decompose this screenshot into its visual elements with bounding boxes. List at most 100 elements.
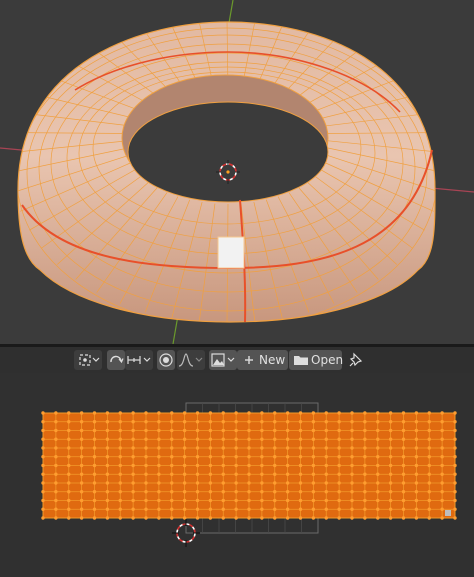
uv-vertex[interactable] [260, 516, 264, 520]
uv-vertex[interactable] [427, 507, 431, 511]
uv-vertex[interactable] [363, 490, 367, 494]
uv-vertex[interactable] [350, 420, 354, 424]
uv-vertex[interactable] [157, 490, 161, 494]
uv-vertex[interactable] [247, 463, 251, 468]
uv-vertex[interactable] [157, 516, 161, 520]
uv-vertex[interactable] [157, 420, 161, 424]
uv-vertex[interactable] [401, 472, 406, 476]
uv-vertex[interactable] [414, 516, 419, 520]
uv-vertex[interactable] [67, 428, 71, 433]
uv-vertex[interactable] [298, 437, 303, 441]
uv-vertex[interactable] [170, 463, 174, 468]
uv-vertex[interactable] [247, 490, 251, 494]
uv-vertex[interactable] [453, 516, 457, 520]
uv-vertex[interactable] [131, 455, 135, 459]
uv-vertex[interactable] [440, 472, 444, 476]
uv-vertex[interactable] [221, 428, 225, 433]
uv-vertex[interactable] [54, 498, 58, 503]
uv-vertex[interactable] [388, 420, 393, 424]
uv-vertex[interactable] [311, 516, 316, 520]
uv-vertex[interactable] [182, 446, 187, 450]
uv-vertex[interactable] [41, 507, 45, 511]
uv-vertex[interactable] [427, 411, 431, 415]
uv-vertex[interactable] [67, 507, 71, 511]
uv-vertex[interactable] [350, 437, 354, 441]
snap-menu[interactable] [125, 350, 153, 370]
uv-vertex[interactable] [401, 428, 406, 433]
uv-vertex[interactable] [363, 411, 367, 415]
uv-vertex[interactable] [337, 507, 341, 511]
uv-vertex[interactable] [311, 420, 316, 424]
uv-vertex[interactable] [131, 428, 135, 433]
uv-vertex[interactable] [157, 455, 161, 459]
uv-vertex[interactable] [195, 463, 200, 468]
uv-vertex[interactable] [414, 498, 419, 503]
uv-vertex[interactable] [401, 490, 406, 494]
uv-vertex[interactable] [79, 420, 84, 424]
torus-mesh[interactable] [13, 20, 441, 328]
uv-vertex[interactable] [144, 463, 148, 468]
uv-vertex[interactable] [41, 428, 45, 433]
uv-vertex[interactable] [337, 428, 341, 433]
uv-vertex[interactable] [157, 463, 161, 468]
uv-vertex[interactable] [79, 472, 84, 476]
uv-vertex[interactable] [298, 472, 303, 476]
uv-vertex[interactable] [440, 498, 444, 503]
uv-vertex[interactable] [170, 481, 174, 485]
uv-vertex[interactable] [157, 411, 161, 415]
uv-vertex[interactable] [157, 446, 161, 450]
uv-vertex[interactable] [414, 428, 419, 433]
uv-vertex[interactable] [298, 507, 303, 511]
uv-vertex[interactable] [350, 446, 354, 450]
uv-vertex[interactable] [324, 507, 328, 511]
uv-vertex[interactable] [285, 437, 290, 441]
uv-vertex[interactable] [67, 437, 71, 441]
uv-vertex[interactable] [118, 437, 122, 441]
uv-vertex[interactable] [195, 516, 200, 520]
uv-vertex[interactable] [376, 498, 380, 503]
uv-vertex[interactable] [182, 411, 187, 415]
uv-vertex[interactable] [144, 446, 148, 450]
uv-vertex[interactable] [247, 446, 251, 450]
uv-vertex[interactable] [221, 507, 225, 511]
uv-vertex[interactable] [273, 516, 277, 520]
uv-vertex[interactable] [285, 455, 290, 459]
uv-vertex[interactable] [350, 516, 354, 520]
uv-vertex[interactable] [92, 516, 97, 520]
uv-vertex[interactable] [195, 498, 200, 503]
uv-vertex[interactable] [182, 490, 187, 494]
uv-vertex[interactable] [414, 463, 419, 468]
image-browse-menu[interactable] [209, 350, 237, 370]
uv-vertex[interactable] [285, 420, 290, 424]
uv-vertex[interactable] [247, 428, 251, 433]
uv-vertex[interactable] [118, 490, 122, 494]
uv-vertex[interactable] [376, 472, 380, 476]
uv-vertex[interactable] [388, 490, 393, 494]
uv-vertex[interactable] [350, 411, 354, 415]
uv-vertex[interactable] [324, 455, 328, 459]
uv-vertex[interactable] [273, 411, 277, 415]
uv-vertex[interactable] [79, 516, 84, 520]
uv-vertex[interactable] [182, 472, 187, 476]
uv-vertex[interactable] [92, 455, 97, 459]
uv-vertex[interactable] [54, 481, 58, 485]
uv-vertex[interactable] [105, 490, 110, 494]
uv-vertex[interactable] [427, 455, 431, 459]
uv-vertex[interactable] [67, 446, 71, 450]
uv-vertex[interactable] [144, 420, 148, 424]
uv-vertex[interactable] [208, 428, 213, 433]
uv-vertex[interactable] [260, 472, 264, 476]
uv-vertex[interactable] [337, 516, 341, 520]
uv-vertex[interactable] [260, 507, 264, 511]
uv-vertex[interactable] [363, 507, 367, 511]
uv-vertex[interactable] [285, 428, 290, 433]
uv-vertex[interactable] [247, 472, 251, 476]
uv-vertex[interactable] [92, 472, 97, 476]
uv-vertex[interactable] [170, 428, 174, 433]
uv-vertex[interactable] [195, 437, 200, 441]
uv-vertex[interactable] [388, 411, 393, 415]
uv-vertex[interactable] [440, 446, 444, 450]
uv-vertex[interactable] [195, 490, 200, 494]
uv-vertex[interactable] [195, 428, 200, 433]
uv-vertex[interactable] [41, 498, 45, 503]
